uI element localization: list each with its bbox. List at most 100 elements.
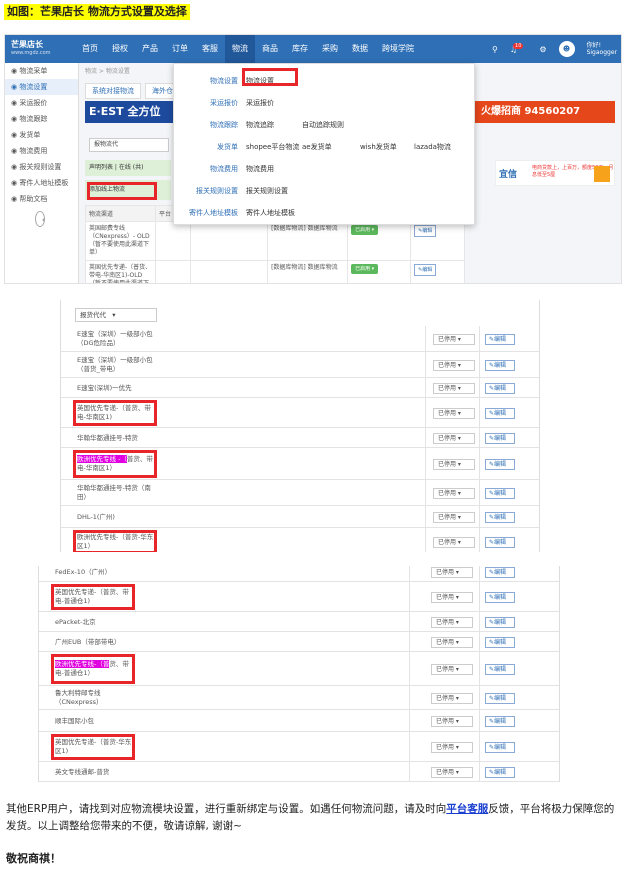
nav-item[interactable]: 商品 — [255, 35, 285, 63]
status-toggle[interactable]: 已启用 ▾ — [351, 225, 379, 235]
edit-button[interactable]: ✎编辑 — [485, 458, 515, 470]
edit-button[interactable]: ✎编辑 — [414, 264, 437, 276]
breadcrumb: 物流 > 物流设置 — [85, 68, 130, 75]
list-item: 欧洲优先专线-（普货-华东区1） 已停用 ▾ ✎编辑 — [61, 528, 539, 552]
sidebar-item[interactable]: ◉ 采运报价 — [5, 95, 78, 111]
highlight-box — [87, 182, 157, 200]
menu-item[interactable]: 物流追踪 — [246, 120, 274, 130]
edit-button[interactable]: ✎编辑 — [485, 715, 515, 727]
edit-button[interactable]: ✎编辑 — [414, 225, 437, 237]
edit-button[interactable]: ✎编辑 — [485, 407, 515, 419]
status-select[interactable]: 已停用 ▾ — [433, 458, 475, 470]
bell-icon[interactable]: ♫10 — [510, 42, 528, 54]
status-select[interactable]: 已停用 ▾ — [433, 487, 475, 499]
carrier-select[interactable]: 报货代代 ▾ — [75, 308, 157, 322]
menu-item[interactable]: 报关规则设置 — [246, 186, 288, 196]
list-item: 欧洲优先专线 -（普货、带电-华南区1） 已停用 ▾ ✎编辑 — [61, 448, 539, 480]
edit-button[interactable]: ✎编辑 — [485, 566, 515, 578]
logo[interactable]: 芒果店长 www.mgdz.com — [11, 40, 57, 58]
menu-item[interactable]: shopee平台物流 — [246, 142, 299, 152]
menu-item[interactable]: 自动追踪规则 — [302, 120, 344, 130]
highlight-box — [73, 400, 157, 426]
menu-item[interactable]: wish发货单 — [360, 142, 397, 152]
edit-button[interactable]: ✎编辑 — [485, 487, 515, 499]
nav-item[interactable]: 客服 — [195, 35, 225, 63]
sidebar-item[interactable]: ◉ 发货单 — [5, 127, 78, 143]
nav-item[interactable]: 订单 — [165, 35, 195, 63]
user-name[interactable]: 你好! Sigaogger — [587, 42, 617, 56]
menu-group: 寄件人地址模板 寄件人地址模板 — [174, 202, 476, 222]
list-item: 英国优先专递-（普货-华东区1) 已停用 ▾ ✎编辑 — [39, 732, 559, 762]
status-select[interactable]: 已停用 ▾ — [433, 536, 475, 548]
collapse-icon[interactable]: ‹ — [35, 211, 45, 227]
nav-item[interactable]: 首页 — [75, 35, 105, 63]
status-select[interactable]: 已停用 ▾ — [433, 359, 475, 371]
settings-icon[interactable]: ⚙ — [539, 45, 546, 54]
carrier-filter[interactable]: 报物流代 — [89, 138, 169, 152]
status-select[interactable]: 已停用 ▾ — [431, 741, 473, 753]
support-link[interactable]: 平台客服 — [446, 803, 488, 815]
edit-button[interactable]: ✎编辑 — [485, 766, 515, 778]
channel-name: 华翰华都通挂号-特货（南田） — [77, 484, 151, 501]
edit-button[interactable]: ✎编辑 — [485, 692, 515, 704]
edit-button[interactable]: ✎编辑 — [485, 511, 515, 523]
edit-button[interactable]: ✎编辑 — [485, 359, 515, 371]
status-select[interactable]: 已停用 ▾ — [433, 407, 475, 419]
sidebar-item[interactable]: ◉ 物流费用 — [5, 143, 78, 159]
edit-button[interactable]: ✎编辑 — [485, 591, 515, 603]
closing: 敬祝商祺！ — [6, 852, 61, 865]
status-select[interactable]: 已停用 ▾ — [431, 616, 473, 628]
sidebar-item[interactable]: ◉ 帮助文档 — [5, 191, 78, 207]
edit-button[interactable]: ✎编辑 — [485, 663, 515, 675]
menu-item[interactable]: 物流费用 — [246, 164, 274, 174]
ad-banner-right[interactable]: 火爆招商 94560207 — [475, 101, 615, 123]
menu-item[interactable]: ae发货单 — [302, 142, 332, 152]
sidebar-item[interactable]: ◉ 物流采单 — [5, 63, 78, 79]
status-toggle[interactable]: 已启用 ▾ — [351, 264, 379, 274]
list-item: 英国优先专递-（普货、带电-华南区1) 已停用 ▾ ✎编辑 — [61, 398, 539, 428]
nav-item[interactable]: 授权 — [105, 35, 135, 63]
status-select[interactable]: 已停用 ▾ — [433, 333, 475, 345]
highlight-box — [242, 68, 298, 86]
sidebar-item[interactable]: ◉ 报关规则设置 — [5, 159, 78, 175]
menu-item[interactable]: 寄件人地址模板 — [246, 208, 295, 218]
nav-item[interactable]: 产品 — [135, 35, 165, 63]
edit-button[interactable]: ✎编辑 — [485, 382, 515, 394]
menu-item[interactable]: lazada物流 — [414, 142, 451, 152]
status-select[interactable]: 已停用 ▾ — [431, 566, 473, 578]
status-select[interactable]: 已停用 ▾ — [431, 766, 473, 778]
channel-name: E速宝(深圳)一优先 — [77, 383, 132, 392]
status-select[interactable]: 已停用 ▾ — [431, 636, 473, 648]
nav-item[interactable]: 跨境学院 — [375, 35, 421, 63]
nav-item[interactable]: 库存 — [285, 35, 315, 63]
edit-button[interactable]: ✎编辑 — [485, 432, 515, 444]
edit-button[interactable]: ✎编辑 — [485, 616, 515, 628]
avatar[interactable]: ☻ — [558, 41, 575, 57]
sidebar-item[interactable]: ◉ 物流设置 — [5, 79, 78, 95]
status-select[interactable]: 已停用 ▾ — [433, 511, 475, 523]
edit-button[interactable]: ✎编辑 — [485, 741, 515, 753]
status-select[interactable]: 已停用 ▾ — [431, 663, 473, 675]
status-select[interactable]: 已停用 ▾ — [431, 692, 473, 704]
status-select[interactable]: 已停用 ▾ — [433, 382, 475, 394]
status-select[interactable]: 已停用 ▾ — [431, 715, 473, 727]
ad-banner-left[interactable]: E·EST 全方位 — [85, 101, 177, 123]
search-icon[interactable]: ⚲ — [492, 45, 498, 54]
sidebar-item[interactable]: ◉ 寄件人地址模板 — [5, 175, 78, 191]
highlight-box — [51, 584, 135, 610]
sidebar-item[interactable]: ◉ 物流跟踪 — [5, 111, 78, 127]
ad-banner-side[interactable]: 宜信 电商贷款上，上百万，额度50万，月息低至5厘 — [495, 160, 615, 186]
edit-button[interactable]: ✎编辑 — [485, 333, 515, 345]
tab-system-logistics[interactable]: 系统对接物流 — [85, 83, 141, 99]
status-select[interactable]: 已停用 ▾ — [433, 432, 475, 444]
list-item: 英文专线通邮-普货 已停用 ▾ ✎编辑 — [39, 762, 559, 782]
edit-button[interactable]: ✎编辑 — [485, 636, 515, 648]
edit-button[interactable]: ✎编辑 — [485, 536, 515, 548]
logo-subtext: www.mgdz.com — [11, 50, 51, 56]
nav-item[interactable]: 数据 — [345, 35, 375, 63]
nav-item[interactable]: 采购 — [315, 35, 345, 63]
menu-item[interactable]: 采运报价 — [246, 98, 274, 108]
status-select[interactable]: 已停用 ▾ — [431, 591, 473, 603]
nav-item[interactable]: 物流 — [225, 35, 255, 63]
menu-group: 采运报价 采运报价 — [174, 92, 476, 112]
